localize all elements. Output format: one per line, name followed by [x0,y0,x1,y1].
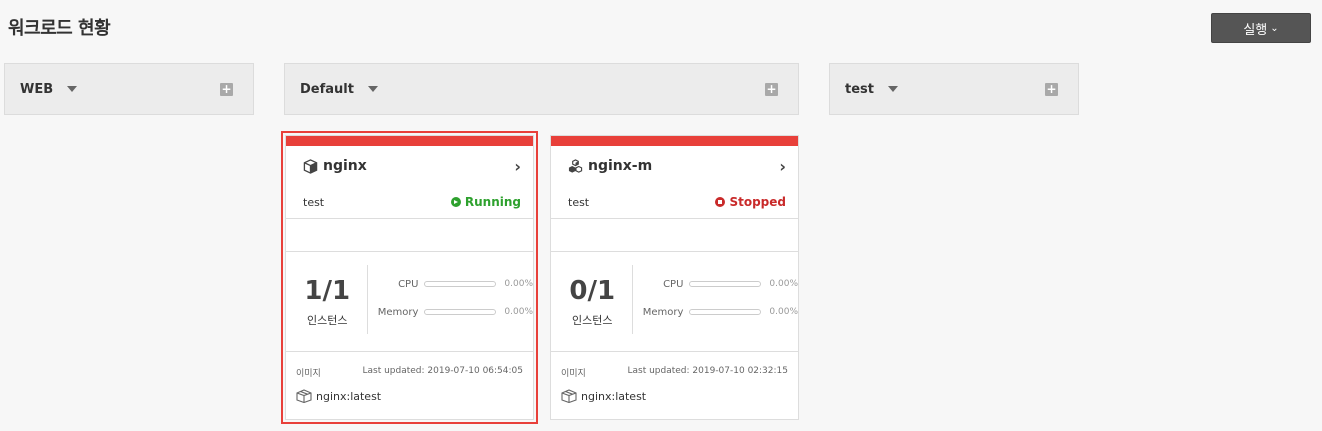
memory-label: Memory [377,306,419,318]
last-updated: Last updated: 2019-07-10 02:32:15 [627,366,788,376]
instance-count: 1/1 [304,275,351,306]
status-text: Running [464,195,521,209]
status-badge: Stopped [715,195,786,209]
add-icon[interactable]: + [1045,83,1058,96]
caret-down-icon[interactable] [367,86,378,92]
status-bar [551,136,798,146]
page-title: 워크로드 현황 [8,18,111,39]
group-header-test: test + [829,63,1079,115]
stop-icon [715,197,726,207]
cpu-label: CPU [663,278,684,290]
image-name: nginx:latest [581,389,647,403]
cpu-progress-bar [689,281,762,287]
cpu-value: 0.00% [504,279,533,289]
workload-card[interactable]: nginx › test Running 1/1 인스턴스 CPU 0.00% … [281,131,538,424]
memory-label: Memory [642,306,684,318]
add-icon[interactable]: + [220,83,233,96]
caret-down-icon[interactable] [887,86,898,92]
play-icon [450,197,461,207]
cubes-icon [568,158,583,173]
box-icon [561,389,577,403]
box-icon [296,389,312,403]
caret-down-icon[interactable] [67,86,78,92]
status-badge: Running [450,195,521,209]
add-icon[interactable]: + [765,83,778,96]
instance-count: 0/1 [569,275,616,306]
cube-icon [303,158,318,174]
instance-label: 인스턴스 [306,313,348,327]
instance-label: 인스턴스 [571,313,613,327]
memory-progress-bar [424,309,497,315]
run-button-label: 실행 [1243,22,1268,38]
last-updated: Last updated: 2019-07-10 06:54:05 [362,366,523,376]
status-bar [286,136,533,146]
namespace-label: test [303,195,325,209]
image-label: 이미지 [561,369,586,379]
workload-name: nginx [323,158,367,174]
chevron-right-icon[interactable]: › [514,157,521,176]
status-text: Stopped [729,195,786,209]
image-name: nginx:latest [316,389,382,403]
workload-card[interactable]: nginx-m › test Stopped 0/1 인스턴스 CPU 0.00… [550,135,799,420]
cpu-progress-bar [424,281,497,287]
memory-progress-bar [689,309,762,315]
group-name: Default [300,81,354,97]
group-header-default: Default + [284,63,799,115]
group-name: WEB [20,81,54,97]
cpu-label: CPU [398,278,419,290]
chevron-right-icon[interactable]: › [779,157,786,176]
image-label: 이미지 [296,369,321,379]
workload-name: nginx-m [588,158,653,174]
run-button[interactable]: 실행 ⌄ [1211,13,1311,43]
group-name: test [845,81,874,97]
memory-value: 0.00% [769,307,798,317]
chevron-down-icon: ⌄ [1270,22,1279,34]
cpu-value: 0.00% [769,279,798,289]
namespace-label: test [568,195,590,209]
memory-value: 0.00% [504,307,533,317]
group-header-web: WEB + [4,63,254,115]
